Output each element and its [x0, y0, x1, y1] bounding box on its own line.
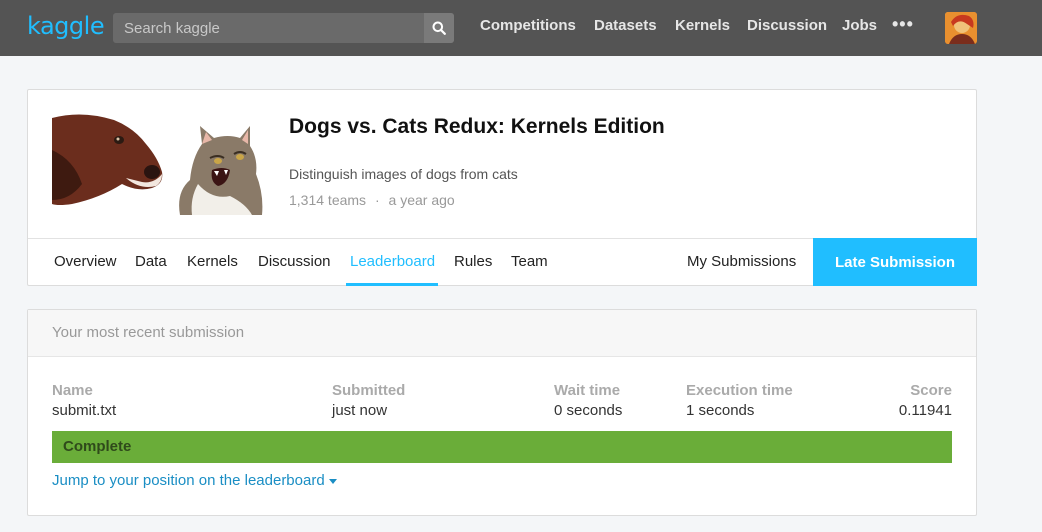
panel-title: Your most recent submission: [52, 324, 245, 341]
kaggle-logo[interactable]: kaggle: [27, 12, 105, 40]
jump-link-text: Jump to your position on the leaderboard: [52, 472, 325, 489]
search-input[interactable]: [113, 13, 424, 43]
competition-title: Dogs vs. Cats Redux: Kernels Edition: [289, 115, 665, 138]
submission-execution-time: 1 seconds: [686, 402, 755, 419]
late-submission-button[interactable]: Late Submission: [813, 238, 977, 286]
jump-to-position-link[interactable]: Jump to your position on the leaderboard: [52, 472, 337, 489]
status-bar: Complete: [52, 431, 952, 463]
column-header-execution: Execution time: [686, 382, 793, 399]
meta-separator: ·: [374, 192, 380, 208]
nav-discussion[interactable]: Discussion: [747, 17, 827, 34]
search-icon: [432, 21, 446, 35]
tab-leaderboard[interactable]: Leaderboard: [350, 253, 435, 270]
column-header-wait: Wait time: [554, 382, 621, 399]
competition-subtitle: Distinguish images of dogs from cats: [289, 166, 518, 182]
nav-kernels[interactable]: Kernels: [675, 17, 730, 34]
active-tab-indicator: [346, 283, 438, 286]
column-header-score: Score: [910, 382, 952, 399]
submission-score: 0.11941: [898, 402, 952, 419]
caret-down-icon: [328, 478, 337, 484]
submission-filename: submit.txt: [52, 402, 117, 419]
top-navbar: kaggle Competitions Datasets Kernels Dis…: [0, 0, 1042, 56]
status-label: Complete: [63, 438, 132, 455]
competition-tabs: Overview Data Kernels Discussion Leaderb…: [28, 238, 977, 286]
nav-datasets[interactable]: Datasets: [594, 17, 657, 34]
search-button[interactable]: [424, 13, 454, 43]
more-menu-icon[interactable]: •••: [892, 14, 914, 35]
column-header-name: Name: [52, 382, 93, 399]
competition-header-card: Dogs vs. Cats Redux: Kernels Edition Dis…: [27, 89, 977, 286]
search-box: [113, 13, 454, 43]
user-avatar[interactable]: [945, 12, 977, 44]
tab-discussion[interactable]: Discussion: [258, 253, 331, 270]
submission-wait-time: 0 seconds: [554, 402, 623, 419]
nav-competitions[interactable]: Competitions: [480, 17, 576, 34]
tab-overview[interactable]: Overview: [54, 253, 117, 270]
my-submissions-link[interactable]: My Submissions: [687, 253, 796, 270]
column-header-submitted: Submitted: [332, 382, 406, 399]
competition-meta: 1,314 teams · a year ago: [289, 192, 455, 208]
recent-submission-panel: Your most recent submission Name Submitt…: [27, 309, 977, 516]
competition-age: a year ago: [388, 192, 455, 208]
avatar-image: [945, 12, 977, 44]
competition-thumbnail: [52, 114, 264, 215]
panel-header: Your most recent submission: [28, 310, 976, 357]
teams-count[interactable]: 1,314 teams: [289, 192, 366, 208]
dog-cat-image: [52, 114, 264, 215]
tab-kernels[interactable]: Kernels: [187, 253, 238, 270]
nav-jobs[interactable]: Jobs: [842, 17, 877, 34]
tab-rules[interactable]: Rules: [454, 253, 492, 270]
tab-data[interactable]: Data: [135, 253, 167, 270]
submission-time: just now: [332, 402, 388, 419]
tab-team[interactable]: Team: [511, 253, 548, 270]
